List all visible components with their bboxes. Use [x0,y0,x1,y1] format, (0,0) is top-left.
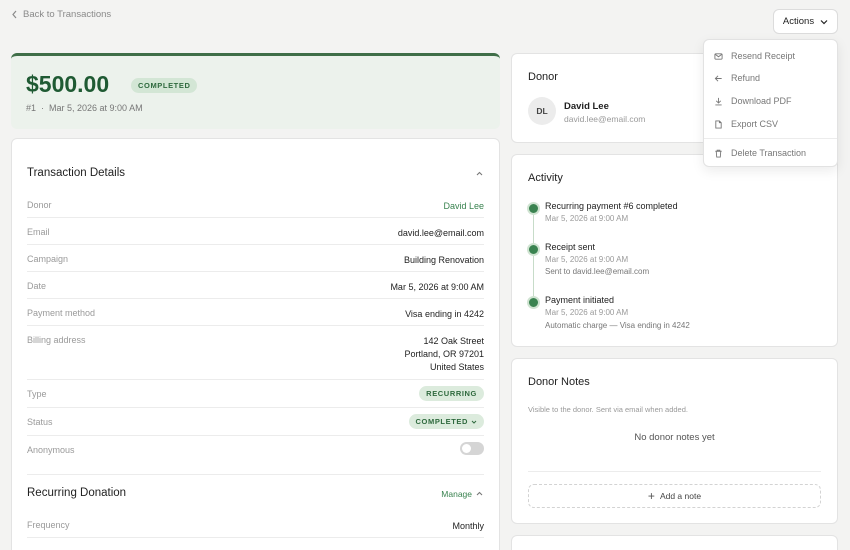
status-dropdown-label: COMPLETED [415,417,468,426]
detail-label: Date [27,281,47,291]
detail-value: Mar 5, 2026 at 9:00 AM [390,282,484,292]
chevron-left-icon [12,10,17,19]
chevron-down-icon [820,19,828,24]
timeline-dot [527,296,540,309]
address-line: 142 Oak Street [423,336,484,346]
activity-item-time: Mar 5, 2026 at 9:00 AM [545,255,629,264]
donor-card-title: Donor [528,71,558,83]
detail-label: Frequency [27,520,70,530]
detail-row-payment-method: Payment method Visa ending in 4242 [27,308,484,326]
detail-label: Status [27,417,53,427]
transaction-meta: #1 · Mar 5, 2026 at 9:00 AM [26,103,143,113]
menu-item-resend-receipt[interactable]: Resend Receipt [714,47,829,65]
manage-link[interactable]: Manage [441,489,472,499]
activity-title: Activity [528,172,563,184]
address-line: United States [429,362,484,372]
arrow-left-icon [714,74,722,82]
transaction-details-title: Transaction Details [27,167,126,179]
activity-item-title: Receipt sent [545,242,596,252]
detail-label: Payment method [27,308,96,318]
download-icon [715,97,722,105]
activity-item-time: Mar 5, 2026 at 9:00 AM [545,214,629,223]
menu-item-label: Export CSV [731,119,779,129]
donor-notes-empty: No donor notes yet [634,432,715,443]
add-note-button[interactable]: + Add a note [528,484,821,508]
detail-label: Campaign [27,254,69,264]
donor-notes-card: Donor Notes Visible to the donor. Sent v… [511,358,838,524]
menu-item-label: Resend Receipt [731,51,796,61]
timeline-line [533,211,534,301]
detail-row-date: Date Mar 5, 2026 at 9:00 AM [27,281,484,299]
recurring-donation-title: Recurring Donation [27,487,127,499]
add-note-label: Add a note [659,491,702,501]
status-badge: COMPLETED [131,78,198,93]
mail-icon [714,52,723,60]
donor-name[interactable]: David Lee [564,101,609,112]
activity-card: Activity Recurring payment #6 completed … [511,154,838,347]
menu-item-label: Delete Transaction [731,148,807,158]
activity-item-desc: Sent to david.lee@email.com [545,267,650,276]
anonymous-toggle[interactable] [460,442,484,455]
transaction-number: #1 [26,103,37,113]
chevron-up-icon[interactable] [476,171,483,176]
file-icon [715,119,722,129]
detail-row-campaign: Campaign Building Renovation [27,254,484,272]
menu-item-export-csv[interactable]: Export CSV [714,115,829,133]
billing-address: 142 Oak Street Portland, OR 97201 United… [404,335,484,374]
detail-label: Donor [27,200,52,210]
detail-row-frequency: Frequency Monthly [27,520,484,538]
back-link[interactable]: Back to Transactions [11,9,111,20]
detail-value: Visa ending in 4242 [405,309,484,319]
additional-card [511,535,838,550]
chevron-down-icon [471,420,477,424]
back-link-label: Back to Transactions [23,9,112,20]
detail-row-status: Status COMPLETED [27,414,484,436]
transaction-date: Mar 5, 2026 at 9:00 AM [49,103,143,113]
transaction-summary: $500.00 COMPLETED #1 · Mar 5, 2026 at 9:00… [11,53,500,129]
detail-label: Anonymous [27,445,75,455]
detail-row-type: Type RECURRING [27,386,484,408]
trash-icon [715,149,722,158]
actions-menu: Resend Receipt Refund Download PDF Expor… [703,39,838,167]
detail-row-donor: Donor David Lee [27,200,484,218]
chevron-up-icon[interactable] [476,491,483,496]
divider [704,138,837,139]
detail-row-billing-address: Billing address 142 Oak Street Portland,… [27,335,484,380]
detail-value: Monthly [452,521,484,531]
status-dropdown[interactable]: COMPLETED [408,414,484,429]
detail-row-anonymous: Anonymous [27,442,484,475]
divider [528,471,821,472]
donor-notes-title: Donor Notes [528,376,590,388]
detail-row-email: Email david.lee@email.com [27,227,484,245]
timeline-dot [527,243,540,256]
detail-label: Type [27,389,47,399]
transaction-details-card: Transaction Details Donor David Lee Emai… [11,138,500,550]
actions-button[interactable]: Actions [773,9,838,34]
type-badge: RECURRING [419,386,484,401]
transaction-amount: $500.00 [26,71,110,97]
detail-value: Building Renovation [403,255,484,265]
type-badge-label: RECURRING [426,389,477,398]
detail-label: Email [27,227,50,237]
donor-notes-subtitle: Visible to the donor. Sent via email whe… [528,405,688,414]
menu-item-refund[interactable]: Refund [714,69,829,87]
timeline-dot [527,202,540,215]
activity-item-desc: Automatic charge — Visa ending in 4242 [545,321,690,330]
avatar: DL [528,97,556,125]
menu-item-label: Download PDF [731,96,792,106]
activity-item-time: Mar 5, 2026 at 9:00 AM [545,308,629,317]
menu-item-download-pdf[interactable]: Download PDF [714,92,829,110]
donor-email: david.lee@email.com [564,114,646,124]
menu-item-delete-transaction[interactable]: Delete Transaction [714,144,829,162]
detail-label: Billing address [27,335,86,345]
plus-icon: + [647,489,655,503]
activity-item-title: Recurring payment #6 completed [545,201,678,211]
menu-item-label: Refund [731,73,761,83]
activity-item-title: Payment initiated [545,295,615,305]
detail-value: david.lee@email.com [397,228,484,238]
actions-button-label: Actions [782,16,815,27]
donor-link[interactable]: David Lee [443,200,484,213]
address-line: Portland, OR 97201 [404,349,484,359]
